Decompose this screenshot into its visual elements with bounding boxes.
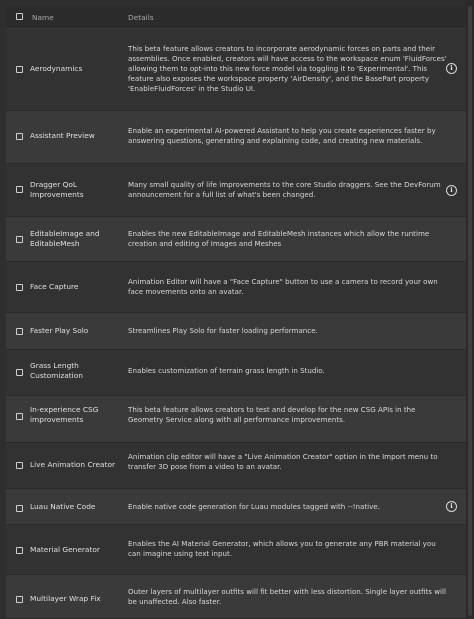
checkbox-icon[interactable]: [16, 462, 23, 469]
checkbox-icon[interactable]: [16, 413, 23, 420]
feature-name: Grass Length Customization: [30, 361, 83, 380]
checkbox-icon[interactable]: [16, 505, 23, 512]
info-icon[interactable]: i: [446, 185, 457, 196]
feature-name: Multilayer Wrap Fix: [30, 594, 101, 603]
select-all-checkbox-icon[interactable]: [16, 13, 23, 20]
feature-name: Luau Native Code: [30, 502, 96, 511]
feature-details: Streamlines Play Solo for faster loading…: [128, 326, 318, 335]
checkbox-icon[interactable]: [16, 547, 23, 554]
scrollbar-thumb[interactable]: [468, 6, 472, 616]
table-row: Face Capture Animation Editor will have …: [6, 262, 466, 313]
table-row: Luau Native Code Enable native code gene…: [6, 489, 466, 525]
feature-name: In-experience CSG improvements: [30, 405, 99, 424]
table-row: Live Animation Creator Animation clip ed…: [6, 443, 466, 489]
feature-details: Outer layers of multilayer outfits will …: [128, 587, 446, 606]
table-row: Aerodynamics This beta feature allows cr…: [6, 29, 466, 111]
feature-details: This beta feature allows creators to tes…: [128, 405, 416, 424]
feature-details: Animation Editor will have a "Face Captu…: [128, 277, 438, 296]
feature-details: Enables customization of terrain grass l…: [128, 366, 325, 375]
feature-name: Material Generator: [30, 545, 100, 554]
checkbox-icon[interactable]: [16, 596, 23, 603]
header-name: Name: [32, 13, 54, 22]
feature-name: Assistant Preview: [30, 131, 95, 140]
checkbox-icon[interactable]: [16, 133, 23, 140]
feature-name: Aerodynamics: [30, 64, 83, 73]
checkbox-icon[interactable]: [16, 369, 23, 376]
feature-details: Enable native code generation for Luau m…: [128, 502, 380, 511]
checkbox-icon[interactable]: [16, 328, 23, 335]
feature-name: Live Animation Creator: [30, 460, 116, 469]
feature-details: Enables the AI Material Generator, which…: [128, 539, 436, 558]
checkbox-icon[interactable]: [16, 284, 23, 291]
info-icon[interactable]: i: [446, 501, 457, 512]
checkbox-icon[interactable]: [16, 236, 23, 243]
feature-name: Dragger QoL Improvements: [30, 180, 84, 199]
feature-details: Enable an experimental AI-powered Assist…: [128, 126, 436, 145]
header-details: Details: [128, 13, 154, 22]
feature-name: Faster Play Solo: [30, 326, 89, 335]
table-header: Name Details: [6, 6, 466, 29]
table-row: Assistant Preview Enable an experimental…: [6, 111, 466, 164]
checkbox-icon[interactable]: [16, 66, 23, 73]
feature-details: Enables the new EditableImage and Editab…: [128, 229, 430, 248]
feature-details: This beta feature allows creators to inc…: [128, 44, 447, 93]
table-row: Faster Play Solo Streamlines Play Solo f…: [6, 313, 466, 350]
table-row: EditableImage and EditableMesh Enables t…: [6, 217, 466, 262]
table-row: In-experience CSG improvements This beta…: [6, 396, 466, 443]
table-row: Material Generator Enables the AI Materi…: [6, 525, 466, 575]
checkbox-icon[interactable]: [16, 186, 23, 193]
info-icon[interactable]: i: [446, 63, 457, 74]
vertical-scrollbar[interactable]: [466, 0, 474, 618]
table-row: Dragger QoL Improvements Many small qual…: [6, 164, 466, 217]
table-row: Multilayer Wrap Fix Outer layers of mult…: [6, 575, 466, 619]
feature-name: Face Capture: [30, 282, 79, 291]
feature-name: EditableImage and EditableMesh: [30, 229, 100, 248]
feature-details: Many small quality of life improvements …: [128, 180, 441, 199]
feature-details: Animation clip editor will have a "Live …: [128, 452, 438, 471]
table-row: Grass Length Customization Enables custo…: [6, 350, 466, 396]
